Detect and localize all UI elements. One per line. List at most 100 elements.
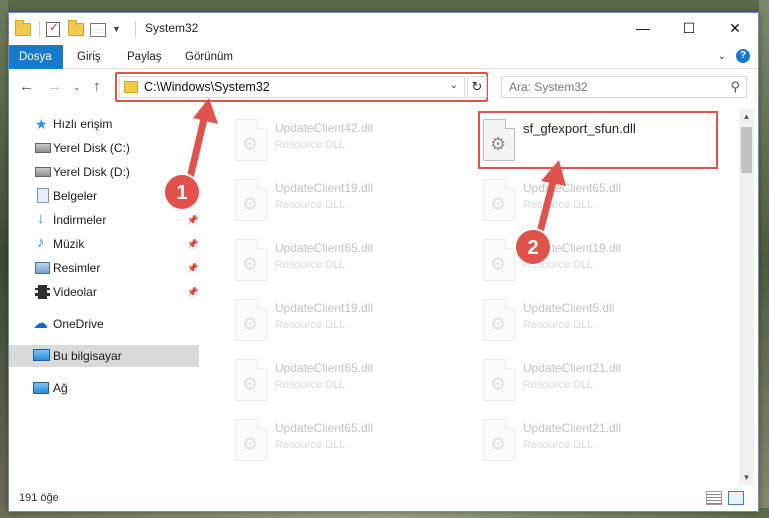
- quick-access-toolbar: ▼: [15, 19, 121, 39]
- back-arrow-icon[interactable]: ←: [19, 78, 34, 95]
- pin-icon[interactable]: 📌: [187, 239, 198, 250]
- sidebar-item-label: Videolar: [53, 285, 97, 299]
- sidebar-item-label: İndirmeler: [53, 213, 107, 227]
- file-list: ⚙ UpdateClient42.dll Resource DLL ⚙ Upda…: [209, 109, 739, 485]
- file-name: UpdateClient19.dll: [523, 241, 622, 255]
- file-item[interactable]: ⚙ UpdateClient5.dll Resource DLL: [477, 295, 711, 349]
- file-item[interactable]: ⚙ UpdateClient19.dll Resource DLL: [229, 175, 463, 229]
- pin-icon[interactable]: 📌: [187, 263, 198, 274]
- sidebar-item-documents[interactable]: Belgeler: [9, 185, 199, 207]
- sidebar-item-label: Bu bilgisayar: [53, 349, 122, 363]
- address-bar[interactable]: C:\Windows\System32 ⌄: [119, 76, 465, 98]
- file-item[interactable]: ⚙ UpdateClient65.dll Resource DLL: [229, 415, 463, 469]
- scroll-down-arrow-icon[interactable]: ▼: [739, 470, 754, 485]
- pin-icon[interactable]: 📌: [187, 287, 198, 298]
- dll-file-icon: ⚙: [483, 119, 515, 161]
- dll-file-icon: ⚙: [235, 299, 267, 341]
- window-controls: — ☐ ✕: [620, 13, 758, 43]
- file-item[interactable]: ⚙ UpdateClient19.dll Resource DLL: [477, 235, 711, 289]
- address-dropdown-chevron-icon[interactable]: ⌄: [450, 80, 458, 91]
- sidebar-item-this-pc[interactable]: Bu bilgisayar: [9, 345, 199, 367]
- properties-icon[interactable]: [90, 20, 108, 38]
- sidebar-item-local-disk-d[interactable]: Yerel Disk (D:): [9, 161, 199, 183]
- close-button[interactable]: ✕: [712, 13, 758, 43]
- file-type: Resource DLL: [523, 379, 594, 391]
- file-item-target[interactable]: ⚙ sf_gfexport_sfun.dll: [477, 115, 711, 169]
- file-name: UpdateClient21.dll: [523, 421, 622, 435]
- tiles-view-icon[interactable]: [728, 491, 744, 505]
- music-icon: ♪: [37, 234, 45, 251]
- window-title: System32: [145, 21, 199, 35]
- sidebar-item-downloads[interactable]: ↓ İndirmeler 📌: [9, 209, 199, 231]
- file-item[interactable]: ⚙ UpdateClient65.dll Resource DLL: [229, 355, 463, 409]
- dll-file-icon: ⚙: [235, 419, 267, 461]
- desktop-background-left: [0, 0, 8, 518]
- maximize-button[interactable]: ☐: [666, 13, 712, 43]
- status-bar: 191 öğe: [9, 487, 758, 511]
- tab-file[interactable]: Dosya: [9, 45, 63, 69]
- pictures-icon: [35, 262, 50, 274]
- recent-locations-chevron-icon[interactable]: ⌄: [73, 82, 81, 93]
- search-icon[interactable]: ⚲: [730, 79, 740, 95]
- dll-file-icon: ⚙: [483, 419, 515, 461]
- file-type: Resource DLL: [275, 379, 346, 391]
- address-path[interactable]: C:\Windows\System32: [144, 80, 270, 94]
- sidebar-item-label: Müzik: [53, 237, 85, 251]
- tab-view[interactable]: Görünüm: [175, 45, 243, 69]
- file-name: UpdateClient21.dll: [523, 361, 622, 375]
- network-icon: [33, 382, 49, 394]
- search-placeholder[interactable]: Ara: System32: [509, 80, 588, 94]
- dll-file-icon: ⚙: [235, 359, 267, 401]
- sidebar-item-onedrive[interactable]: ☁ OneDrive: [9, 313, 199, 335]
- desktop-background-right: [759, 0, 769, 518]
- scroll-up-arrow-icon[interactable]: ▲: [739, 109, 754, 124]
- sidebar-item-label: Hızlı erişim: [53, 117, 113, 131]
- folder-icon: [124, 81, 138, 93]
- ribbon-tabs: Dosya Giriş Paylaş Görünüm ⌄ ?: [9, 45, 758, 69]
- file-type: Resource DLL: [275, 139, 346, 151]
- new-folder-icon[interactable]: [68, 20, 86, 38]
- customize-toolbar-chevron-icon[interactable]: ▼: [112, 24, 121, 34]
- refresh-button[interactable]: ↻: [467, 76, 487, 98]
- search-box[interactable]: Ara: System32 ⚲: [501, 76, 747, 98]
- scrollbar-thumb[interactable]: [741, 127, 752, 173]
- title-divider: [135, 21, 136, 37]
- pin-icon[interactable]: 📌: [187, 215, 198, 226]
- file-name: UpdateClient19.dll: [275, 301, 374, 315]
- file-name: UpdateClient65.dll: [275, 421, 374, 435]
- tab-home[interactable]: Giriş: [67, 45, 111, 69]
- sidebar-item-quick-access[interactable]: ★ Hızlı erişim: [9, 113, 199, 135]
- up-arrow-icon[interactable]: ↑: [93, 78, 101, 95]
- file-name: sf_gfexport_sfun.dll: [523, 121, 636, 136]
- file-type: Resource DLL: [275, 199, 346, 211]
- vertical-scrollbar[interactable]: ▲ ▼: [739, 109, 754, 485]
- file-explorer-window: ▼ System32 — ☐ ✕ Dosya Giriş Paylaş Görü…: [8, 12, 759, 512]
- file-name: UpdateClient65.dll: [275, 241, 374, 255]
- properties-check-icon[interactable]: [46, 20, 64, 38]
- file-item[interactable]: ⚙ UpdateClient21.dll Resource DLL: [477, 415, 711, 469]
- sidebar-item-label: Yerel Disk (D:): [53, 165, 130, 179]
- expand-ribbon-chevron-icon[interactable]: ⌄: [718, 51, 726, 62]
- help-icon[interactable]: ?: [736, 49, 750, 63]
- file-name: UpdateClient42.dll: [275, 121, 374, 135]
- file-name: UpdateClient65.dll: [275, 361, 374, 375]
- file-type: Resource DLL: [275, 319, 346, 331]
- sidebar-item-videos[interactable]: Videolar 📌: [9, 281, 199, 303]
- sidebar-item-pictures[interactable]: Resimler 📌: [9, 257, 199, 279]
- file-item[interactable]: ⚙ UpdateClient65.dll Resource DLL: [477, 175, 711, 229]
- forward-arrow-icon[interactable]: →: [47, 78, 62, 95]
- minimize-button[interactable]: —: [620, 13, 666, 43]
- file-item[interactable]: ⚙ UpdateClient42.dll Resource DLL: [229, 115, 463, 169]
- file-item[interactable]: ⚙ UpdateClient19.dll Resource DLL: [229, 295, 463, 349]
- sidebar-item-local-disk-c[interactable]: Yerel Disk (C:): [9, 137, 199, 159]
- title-bar: ▼ System32 — ☐ ✕: [9, 13, 758, 45]
- toolbar-divider: [39, 21, 40, 37]
- file-item[interactable]: ⚙ UpdateClient21.dll Resource DLL: [477, 355, 711, 409]
- tab-share[interactable]: Paylaş: [117, 45, 172, 69]
- file-item[interactable]: ⚙ UpdateClient65.dll Resource DLL: [229, 235, 463, 289]
- sidebar-item-network[interactable]: Ağ: [9, 377, 199, 399]
- sidebar-item-music[interactable]: ♪ Müzik 📌: [9, 233, 199, 255]
- details-view-icon[interactable]: [706, 491, 722, 505]
- sidebar-item-label: OneDrive: [53, 317, 104, 331]
- dll-file-icon: ⚙: [235, 119, 267, 161]
